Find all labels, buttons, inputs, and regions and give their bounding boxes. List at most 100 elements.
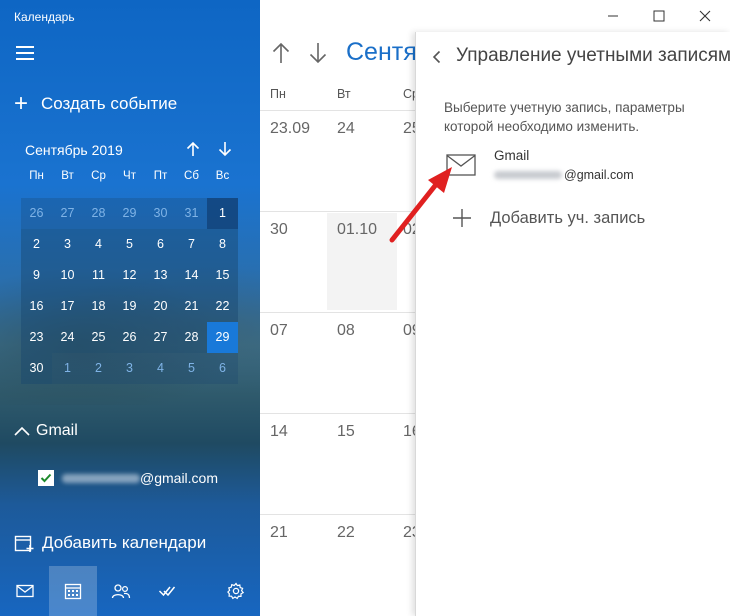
gmail-account-item[interactable]: Gmail @gmail.com [446, 146, 716, 190]
calendar-day-cell[interactable]: 14 [270, 423, 288, 441]
add-account-button[interactable]: Добавить уч. запись [452, 208, 645, 228]
mini-calendar-day[interactable]: 13 [145, 260, 176, 291]
mini-calendar-month: Сентябрь 2019 [25, 142, 123, 158]
mini-calendar-day[interactable]: 3 [52, 229, 83, 260]
week-row-divider [260, 514, 420, 515]
calendar-day-cell[interactable]: 07 [270, 322, 288, 340]
mini-calendar-day[interactable]: 22 [207, 291, 238, 322]
mail-icon[interactable] [1, 566, 49, 616]
add-account-label: Добавить уч. запись [490, 208, 646, 227]
mini-calendar-day[interactable]: 28 [176, 322, 207, 353]
panel-description: Выберите учетную запись, параметры котор… [444, 100, 685, 134]
arrow-down-icon[interactable] [214, 138, 236, 160]
mini-calendar-day[interactable]: 20 [145, 291, 176, 322]
settings-icon[interactable] [212, 566, 260, 616]
panel-title: Управление учетными записями [456, 45, 730, 66]
mini-weekday-label: Ср [91, 170, 106, 182]
manage-accounts-panel: Управление учетными записями Выберите уч… [415, 32, 730, 616]
mini-calendar-day[interactable]: 18 [83, 291, 114, 322]
mini-weekday-label: Вт [61, 170, 74, 182]
calendar-day-cell[interactable]: 24 [337, 120, 355, 138]
mini-calendar-day[interactable]: 29 [114, 198, 145, 229]
people-icon[interactable] [97, 566, 145, 616]
close-icon[interactable] [682, 0, 728, 32]
app-switcher-bar [0, 566, 260, 616]
mini-calendar-day[interactable]: 25 [83, 322, 114, 353]
account-email-domain: @gmail.com [140, 470, 219, 486]
mini-calendar-day[interactable]: 6 [207, 353, 238, 384]
weekday-header: Пн [270, 87, 286, 101]
calendar-day-cell[interactable]: 22 [337, 524, 355, 542]
mini-calendar-day[interactable]: 1 [52, 353, 83, 384]
mini-calendar-day[interactable]: 5 [176, 353, 207, 384]
mini-calendar-day[interactable]: 30 [21, 353, 52, 384]
mini-calendar-day[interactable]: 8 [207, 229, 238, 260]
blurred-username [62, 473, 140, 483]
mini-calendar-day[interactable]: 21 [176, 291, 207, 322]
arrow-up-icon[interactable] [182, 138, 204, 160]
annotation-arrow-icon [389, 167, 452, 243]
minimize-icon[interactable] [590, 0, 636, 32]
mini-calendar-day[interactable]: 24 [52, 322, 83, 353]
mini-calendar-day[interactable]: 30 [145, 198, 176, 229]
mini-weekday-label: Сб [184, 170, 199, 182]
mini-calendar-day[interactable]: 3 [114, 353, 145, 384]
mini-calendar-day[interactable]: 4 [145, 353, 176, 384]
calendar-day-cell[interactable]: 21 [270, 524, 288, 542]
calendar-icon[interactable] [49, 566, 97, 616]
account-email: @gmail.com [494, 168, 634, 182]
mini-calendar-day[interactable]: 14 [176, 260, 207, 291]
add-calendar-icon [14, 535, 34, 552]
mini-calendar-day[interactable]: 27 [52, 198, 83, 229]
create-event-button[interactable]: + Создать событие [14, 90, 177, 118]
add-calendars-label: Добавить календари [42, 533, 207, 552]
create-event-label: Создать событие [41, 94, 178, 113]
mini-calendar-day[interactable]: 2 [21, 229, 52, 260]
mini-calendar-day[interactable]: 29 [207, 322, 238, 353]
mini-calendar-day[interactable]: 2 [83, 353, 114, 384]
account-checkbox[interactable] [38, 470, 54, 486]
todo-icon[interactable] [143, 566, 191, 616]
mini-calendar-day[interactable]: 9 [21, 260, 52, 291]
mini-calendar-day[interactable]: 23 [21, 322, 52, 353]
account-section-label: Gmail [36, 422, 78, 439]
mini-weekday-label: Чт [123, 170, 136, 182]
calendar-day-cell[interactable]: 08 [337, 322, 355, 340]
next-month-icon[interactable] [305, 38, 331, 68]
mini-calendar-day[interactable]: 1 [207, 198, 238, 229]
mini-calendar-day[interactable]: 4 [83, 229, 114, 260]
checkmark-icon [40, 473, 52, 483]
mini-calendar-day[interactable]: 26 [21, 198, 52, 229]
calendar-day-cell[interactable]: 23.09 [270, 120, 310, 138]
calendar-day-cell[interactable]: 15 [337, 423, 355, 441]
mini-calendar-day[interactable]: 31 [176, 198, 207, 229]
account-name: Gmail [494, 148, 530, 163]
add-calendars-button[interactable]: Добавить календари [14, 533, 206, 553]
mini-calendar-day[interactable]: 5 [114, 229, 145, 260]
mini-calendar-day[interactable]: 10 [52, 260, 83, 291]
mini-calendar-day[interactable]: 19 [114, 291, 145, 322]
mini-calendar-day[interactable]: 26 [114, 322, 145, 353]
calendar-day-cell[interactable]: 30 [270, 221, 288, 239]
app-title: Календарь [14, 10, 75, 24]
hamburger-icon[interactable] [16, 46, 34, 60]
chevron-up-icon [14, 426, 30, 436]
maximize-icon[interactable] [636, 0, 682, 32]
mini-calendar-day[interactable]: 12 [114, 260, 145, 291]
mini-calendar-day[interactable]: 6 [145, 229, 176, 260]
mini-weekday-label: Вс [215, 170, 230, 182]
back-chevron-icon[interactable] [428, 48, 446, 66]
week-row-divider [260, 312, 420, 313]
mini-calendar-day[interactable]: 27 [145, 322, 176, 353]
mini-calendar-day[interactable]: 15 [207, 260, 238, 291]
mini-calendar-day[interactable]: 11 [83, 260, 114, 291]
calendar-day-cell[interactable]: 01.10 [337, 221, 377, 239]
mini-calendar-day[interactable]: 17 [52, 291, 83, 322]
mini-calendar-day[interactable]: 16 [21, 291, 52, 322]
mini-calendar-day[interactable]: 7 [176, 229, 207, 260]
mini-calendar-day[interactable]: 28 [83, 198, 114, 229]
previous-month-icon[interactable] [268, 38, 294, 68]
mini-weekday-label: Пт [153, 170, 168, 182]
calendar-window: Календарь + Создать событие Сентябрь 201… [0, 0, 730, 616]
account-section-toggle[interactable]: Gmail [14, 422, 78, 440]
